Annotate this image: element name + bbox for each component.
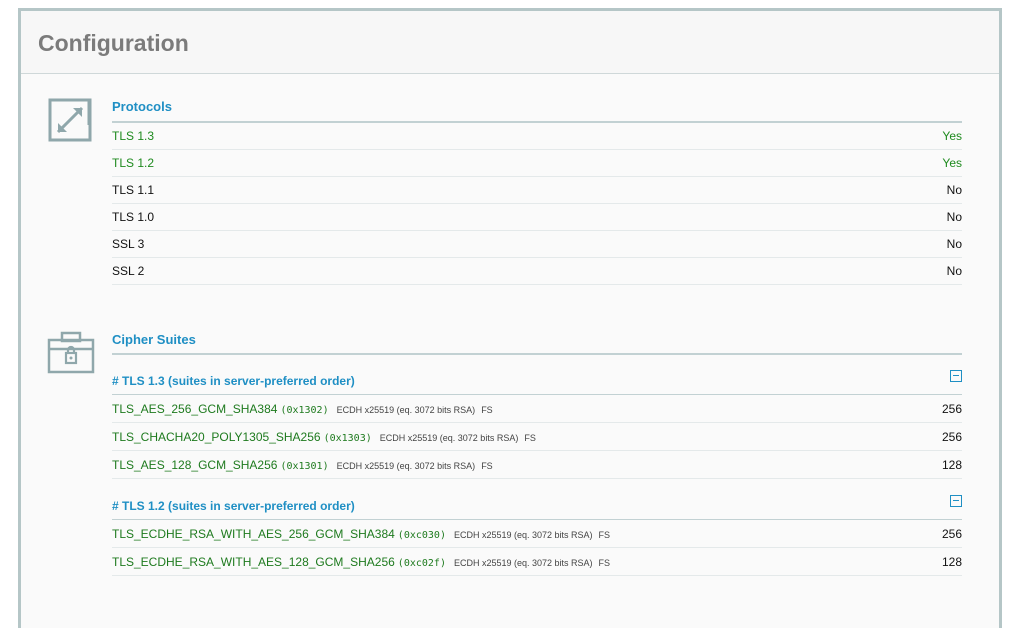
suite-meta: ECDH x25519 (eq. 3072 bits RSA)	[336, 461, 476, 471]
suite-name-cell: TLS_AES_128_GCM_SHA256 (0x1301) ECDH x2551…	[112, 458, 493, 472]
suite-name-cell: TLS_ECDHE_RSA_WITH_AES_256_GCM_SHA384 (0x…	[112, 527, 610, 541]
configuration-panel: Configuration Protocols TLS 1.3 Yes TLS …	[18, 8, 1002, 628]
protocol-value: Yes	[942, 156, 962, 170]
suite-fs: FS	[598, 558, 611, 568]
suite-name-cell: TLS_ECDHE_RSA_WITH_AES_128_GCM_SHA256 (0x…	[112, 555, 610, 569]
suite-name: TLS_ECDHE_RSA_WITH_AES_256_GCM_SHA384	[112, 527, 395, 541]
suite-bits: 128	[941, 555, 962, 569]
suite-fs: FS	[481, 405, 493, 415]
suite-name-cell: TLS_AES_256_GCM_SHA384 (0x1302) ECDH x2551…	[112, 402, 493, 416]
suite-fs: FS	[524, 433, 536, 443]
toolbox-lock-icon	[46, 329, 96, 375]
suite-meta: ECDH x25519 (eq. 3072 bits RSA)	[379, 433, 519, 443]
protocol-value: No	[946, 237, 962, 251]
protocol-row-tls11: TLS 1.1 No	[112, 177, 962, 204]
suite-fs: FS	[481, 461, 493, 471]
suite-group-heading: # TLS 1.2 (suites in server-preferred or…	[112, 499, 355, 513]
collapse-button[interactable]	[950, 495, 962, 507]
panel-header: Configuration	[21, 11, 999, 74]
suite-code: (0xc030)	[397, 530, 446, 541]
panel-title: Configuration	[38, 30, 189, 56]
suite-row: TLS_CHACHA20_POLY1305_SHA256 (0x1303) ECDH…	[112, 423, 962, 451]
suite-row: TLS_AES_128_GCM_SHA256 (0x1301) ECDH x2551…	[112, 451, 962, 479]
suite-name-cell: TLS_CHACHA20_POLY1305_SHA256 (0x1303) ECDH…	[112, 430, 536, 444]
protocol-label: SSL 3	[112, 237, 145, 251]
protocol-label: TLS 1.3	[112, 129, 155, 143]
suite-code: (0xc02f)	[397, 558, 446, 569]
resize-arrows-icon	[47, 97, 93, 143]
suite-name: TLS_ECDHE_RSA_WITH_AES_128_GCM_SHA256	[112, 555, 395, 569]
suite-bits: 128	[941, 458, 962, 472]
collapse-button[interactable]	[950, 370, 962, 382]
protocol-value: No	[946, 210, 962, 224]
suite-name: TLS_AES_256_GCM_SHA384	[112, 402, 278, 416]
suite-code: (0x1301)	[280, 461, 329, 472]
protocol-label: TLS 1.0	[112, 210, 155, 224]
suite-fs: FS	[598, 530, 611, 540]
suite-meta: ECDH x25519 (eq. 3072 bits RSA)	[453, 558, 593, 568]
suite-row: TLS_ECDHE_RSA_WITH_AES_128_GCM_SHA256 (0x…	[112, 548, 962, 576]
suite-group-header-tls12: # TLS 1.2 (suites in server-preferred or…	[112, 493, 962, 520]
suite-code: (0x1303)	[323, 433, 372, 444]
cipher-suites-rule	[112, 353, 962, 355]
suite-code: (0x1302)	[280, 405, 329, 416]
protocol-label: TLS 1.1	[112, 183, 155, 197]
suite-meta: ECDH x25519 (eq. 3072 bits RSA)	[453, 530, 593, 540]
protocols-title: Protocols	[112, 99, 172, 114]
protocol-row-ssl2: SSL 2 No	[112, 258, 962, 285]
protocol-row-tls12: TLS 1.2 Yes	[112, 150, 962, 177]
suite-bits: 256	[941, 430, 962, 444]
protocol-label: TLS 1.2	[112, 156, 155, 170]
protocol-value: Yes	[942, 129, 962, 143]
protocol-row-tls13: TLS 1.3 Yes	[112, 123, 962, 150]
suite-name: TLS_AES_128_GCM_SHA256	[112, 458, 278, 472]
suite-row: TLS_ECDHE_RSA_WITH_AES_256_GCM_SHA384 (0x…	[112, 520, 962, 548]
suite-group-header-tls13: # TLS 1.3 (suites in server-preferred or…	[112, 368, 962, 395]
suite-row: TLS_AES_256_GCM_SHA384 (0x1302) ECDH x2551…	[112, 395, 962, 423]
suite-bits: 256	[941, 402, 962, 416]
suite-bits: 256	[941, 527, 962, 541]
protocol-value: No	[946, 264, 962, 278]
protocol-value: No	[946, 183, 962, 197]
suite-name: TLS_CHACHA20_POLY1305_SHA256	[112, 430, 321, 444]
suite-group-heading: # TLS 1.3 (suites in server-preferred or…	[112, 374, 355, 388]
protocol-label: SSL 2	[112, 264, 145, 278]
cipher-suites-title: Cipher Suites	[112, 332, 196, 347]
protocol-row-tls10: TLS 1.0 No	[112, 204, 962, 231]
protocol-row-ssl3: SSL 3 No	[112, 231, 962, 258]
suite-meta: ECDH x25519 (eq. 3072 bits RSA)	[336, 405, 476, 415]
